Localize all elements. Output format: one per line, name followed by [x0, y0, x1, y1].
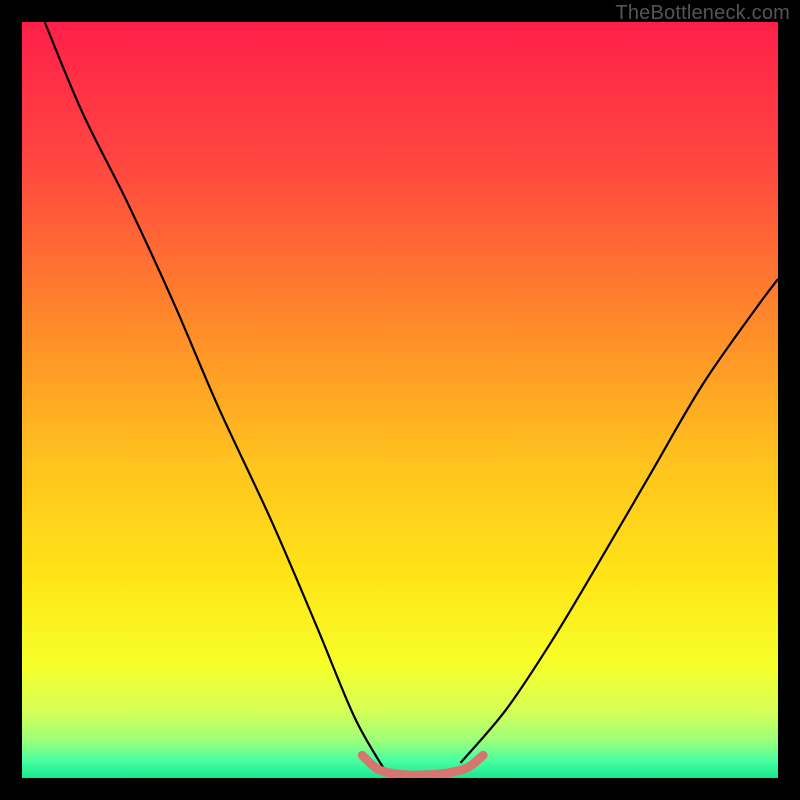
curves-layer [22, 22, 778, 778]
left-curve [45, 22, 385, 770]
right-curve [460, 279, 778, 763]
chart-frame: TheBottleneck.com [0, 0, 800, 800]
plot-area [22, 22, 778, 778]
